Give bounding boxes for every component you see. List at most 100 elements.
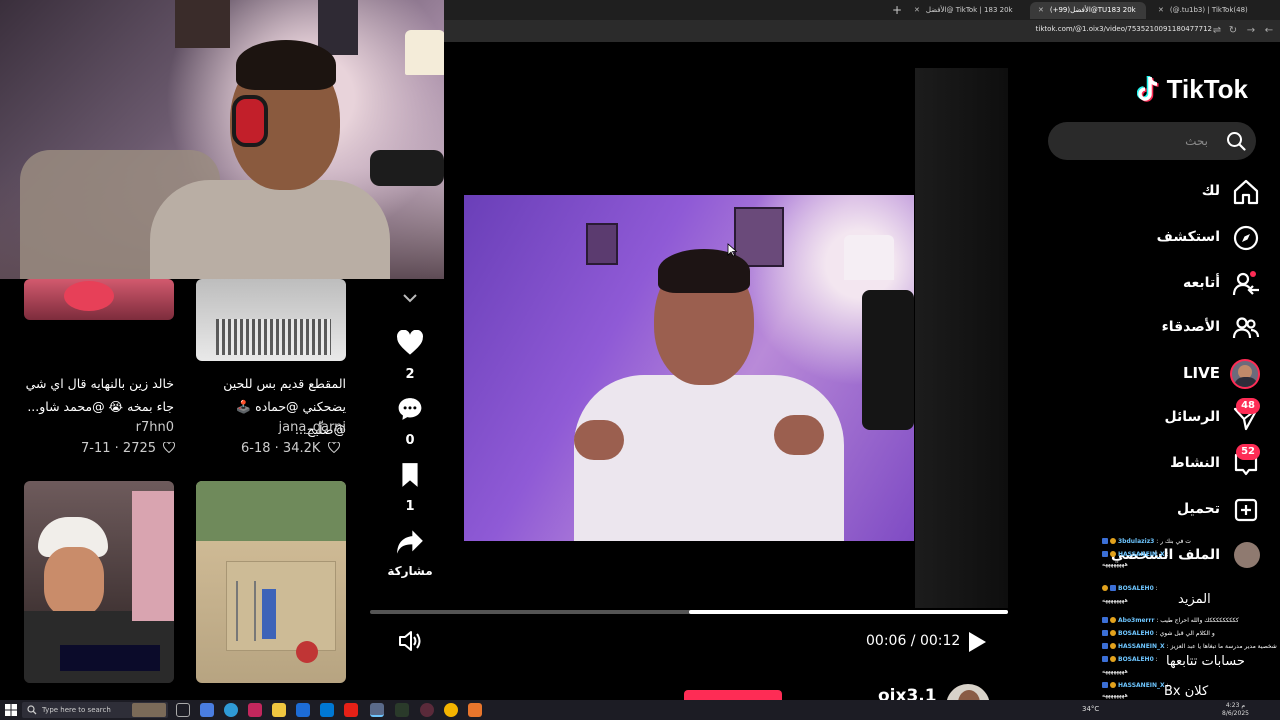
reload-icon[interactable]: ↻ <box>1226 24 1240 38</box>
browser-tab-2[interactable]: ✕ (+99)الأفضل@TU183 20k <box>1030 2 1146 19</box>
obs-icon[interactable] <box>420 703 434 717</box>
url-text[interactable]: tiktok.com/@1.oix3/video/753521009118047… <box>1036 25 1212 33</box>
video-frame[interactable] <box>464 195 914 541</box>
video-person <box>554 249 874 541</box>
address-bar[interactable]: tiktok.com/@1.oix3/video/753521009118047… <box>444 20 1280 42</box>
video-caption[interactable]: خالد زين بالنهايه قال اي شي جاء بمخه 😭 @… <box>24 372 174 418</box>
close-tab-icon[interactable]: ✕ <box>1158 6 1164 14</box>
lamp <box>405 30 444 75</box>
close-tab-icon[interactable]: ✕ <box>914 6 920 14</box>
live-avatar-icon <box>1230 359 1260 389</box>
app-icon[interactable] <box>248 703 262 717</box>
chat-message: HASSANEIN_X : <box>1102 551 1169 559</box>
sidebar-item-activity[interactable]: النشاط 52 <box>1064 444 1264 482</box>
chat-message: BOSALEH0 : <box>1102 656 1158 664</box>
mouse-cursor-icon <box>727 243 737 257</box>
video-actions: 2 0 1 مشاركة <box>370 279 450 599</box>
wall-frame <box>318 0 358 55</box>
sidebar-item-friends[interactable]: الأصدقاء <box>1064 312 1264 346</box>
activity-badge: 52 <box>1236 444 1260 460</box>
chat-message: Abo3merrr : كككككككككك والله احراج طيب <box>1102 617 1239 625</box>
compass-icon <box>1233 225 1259 251</box>
outlook-icon[interactable] <box>320 703 334 717</box>
video-timecode: 00:06 / 00:12 <box>866 633 961 649</box>
video-author[interactable]: r7hn0 <box>24 420 174 435</box>
sidebar-item-following[interactable]: أتابعه <box>1064 268 1264 302</box>
chat-message: ههههههههه <box>1102 692 1128 699</box>
comment-icon[interactable] <box>396 396 424 422</box>
save-count: 1 <box>405 499 415 514</box>
search-highlight-image <box>132 703 166 717</box>
taskbar-search[interactable] <box>22 702 168 718</box>
windows-taskbar: 34°C 4:23 م 8/6/2025 <box>0 700 1280 720</box>
headphones <box>232 95 268 147</box>
messages-badge: 48 <box>1236 398 1260 414</box>
chat-message: HASSANEIN_X : <box>1102 682 1169 690</box>
site-settings-icon[interactable]: ⇌ <box>1210 24 1224 38</box>
youtube-icon[interactable] <box>344 703 358 717</box>
chat-message: ههههههههه <box>1102 597 1128 604</box>
wall-frame <box>175 0 230 48</box>
back-icon[interactable]: ← <box>1262 24 1276 38</box>
sidebar-item-explore[interactable]: استكشف <box>1064 222 1264 256</box>
video-meta: 7-11 · 2725 <box>81 441 176 456</box>
sidebar-nav: TikTok لك استكشف أتابعه الأصدقاء LIVE ال… <box>1008 42 1280 540</box>
video-thumbnail[interactable] <box>196 481 346 683</box>
forward-icon[interactable]: → <box>1244 24 1258 38</box>
comment-count: 0 <box>405 433 415 448</box>
chrome-icon[interactable] <box>370 703 384 717</box>
video-author[interactable]: jana_qarni <box>196 420 346 435</box>
tiktok-logo[interactable]: TikTok <box>1136 72 1248 106</box>
share-label[interactable]: مشاركة <box>370 564 450 578</box>
chevron-down-icon[interactable] <box>402 291 418 305</box>
app-icon[interactable] <box>200 703 214 717</box>
close-tab-icon[interactable]: ✕ <box>1038 6 1044 14</box>
search-icon[interactable] <box>1226 131 1246 151</box>
chat-message: BOSALEH0 : و الكلام الي قبل شوي <box>1102 630 1215 638</box>
weather-widget[interactable]: 34°C <box>1082 705 1099 713</box>
app-icon[interactable] <box>468 703 482 717</box>
chat-message: BOSALEH0 : <box>1102 585 1158 593</box>
edge-icon[interactable] <box>224 703 238 717</box>
webcam-overlay <box>0 0 444 279</box>
search-input[interactable] <box>1058 122 1208 160</box>
chrome-icon[interactable] <box>444 703 458 717</box>
like-count: 2 <box>405 367 415 382</box>
share-icon[interactable] <box>396 529 424 555</box>
video-thumbnail[interactable] <box>24 481 174 683</box>
taskbar-clock[interactable]: 4:23 م 8/6/2025 <box>1222 702 1249 718</box>
sidebar-item-for-you[interactable]: لك <box>1064 176 1264 210</box>
chat-message: HASSANEIN_X : شخصية مدير مدرسة ما تبغاها… <box>1102 643 1277 651</box>
file-explorer-icon[interactable] <box>272 703 286 717</box>
following-icon <box>1232 271 1259 296</box>
heart-outline-icon <box>327 442 340 453</box>
streamer <box>150 40 390 279</box>
video-progress-fill <box>689 610 1008 614</box>
sidebar-item-upload[interactable]: تحميل <box>1064 494 1264 528</box>
task-view-icon[interactable] <box>176 703 190 717</box>
windows-start-icon[interactable] <box>5 704 17 716</box>
video-grid: المقطع قديم بس للحين يضحكني @حماده 🕹️ @ص… <box>0 279 370 700</box>
bookmark-icon[interactable] <box>396 462 424 488</box>
video-progress-bar[interactable] <box>370 610 1008 614</box>
app-icon[interactable] <box>296 703 310 717</box>
search-icon <box>27 705 37 715</box>
browser-tab-1[interactable]: ✕ ‏(@.tu1b3) | TikTok(48) <box>1150 2 1276 19</box>
app-icon[interactable] <box>395 703 409 717</box>
volume-icon[interactable] <box>398 630 422 652</box>
video-thumbnail[interactable] <box>24 279 174 320</box>
video-thumbnail[interactable] <box>196 279 346 361</box>
friends-icon <box>1232 317 1260 339</box>
sidebar-item-live[interactable]: LIVE <box>1064 358 1264 392</box>
heart-outline-icon <box>163 442 176 453</box>
chat-message: 3bdulaziz3 : ت في بنك ر <box>1102 538 1191 546</box>
search-box[interactable] <box>1048 122 1256 160</box>
browser-tab-3[interactable]: ✕ الأفضل@ TikTok | 183 20k <box>906 2 1026 19</box>
play-icon[interactable] <box>967 631 987 653</box>
heart-icon[interactable] <box>396 330 424 356</box>
taskbar-search-input[interactable] <box>42 702 132 718</box>
microphone <box>370 150 444 186</box>
stream-chat-overlay: 3bdulaziz3 : ت في بنك ر HASSANEIN_X : هه… <box>1100 535 1280 700</box>
sidebar-item-messages[interactable]: الرسائل 48 <box>1064 398 1264 436</box>
tiktok-note-icon <box>1136 75 1159 102</box>
